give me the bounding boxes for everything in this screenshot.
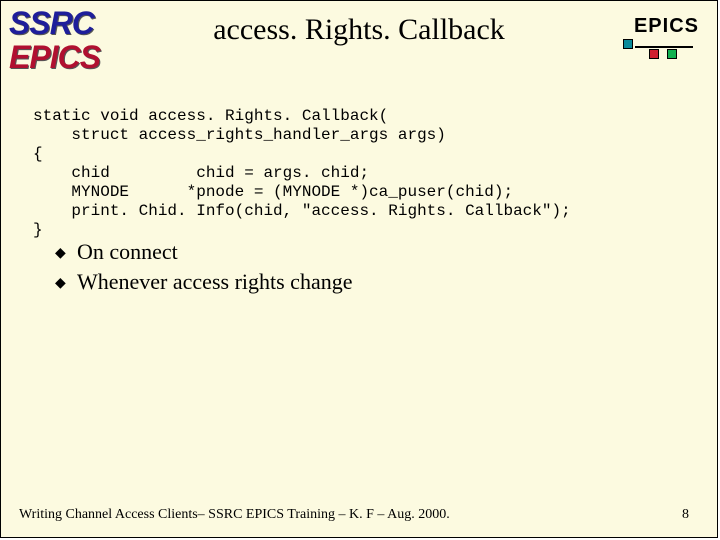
list-item: ◆On connect: [55, 239, 352, 265]
slide: SSRC EPICS access. Rights. Callback EPIC…: [0, 0, 718, 538]
code-block: static void access. Rights. Callback( st…: [33, 107, 571, 240]
list-item: ◆Whenever access rights change: [55, 269, 352, 295]
bullet-text: On connect: [77, 239, 178, 264]
epics-brand-icon: [623, 39, 699, 59]
bullet-list: ◆On connect ◆Whenever access rights chan…: [55, 239, 352, 299]
logo-ssrc: SSRC: [9, 5, 94, 42]
bullet-icon: ◆: [55, 245, 77, 262]
epics-brand-label: EPICS: [634, 15, 699, 38]
slide-title: access. Rights. Callback: [121, 13, 597, 47]
bullet-text: Whenever access rights change: [77, 269, 352, 294]
logo-epics: EPICS: [9, 39, 100, 76]
bullet-icon: ◆: [55, 275, 77, 292]
page-number: 8: [682, 507, 689, 523]
footer-text: Writing Channel Access Clients– SSRC EPI…: [19, 507, 450, 523]
